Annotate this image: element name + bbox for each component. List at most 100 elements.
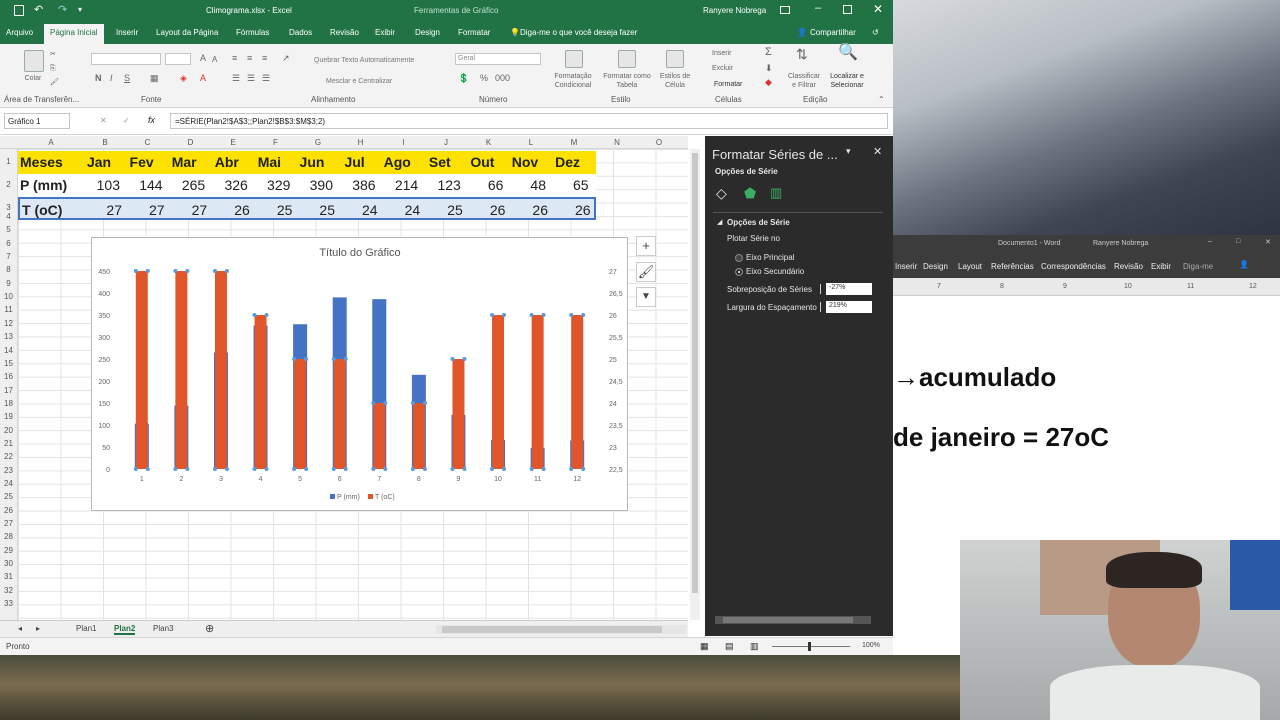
row-header[interactable]: 23 <box>0 466 17 475</box>
word-tab-inserir[interactable]: Inserir <box>895 262 917 271</box>
column-header[interactable]: O <box>638 138 680 147</box>
grow-font-icon[interactable]: A <box>200 54 206 63</box>
ribbon-display-icon[interactable] <box>780 6 790 14</box>
row-header[interactable]: 1 <box>0 157 17 166</box>
cell-value[interactable]: 27 <box>86 199 122 222</box>
cell-value[interactable]: 26 <box>469 199 506 222</box>
cell-styles-icon[interactable] <box>666 50 684 68</box>
align-left-icon[interactable]: ☰ <box>232 74 240 83</box>
row-header[interactable]: 18 <box>0 399 17 408</box>
cell-value[interactable]: 26 <box>555 199 591 222</box>
cell-value[interactable]: 214 <box>382 174 418 197</box>
gap-width-input[interactable]: 219% <box>826 301 872 313</box>
pane-scrollbar[interactable] <box>715 616 871 624</box>
collapse-ribbon-icon[interactable]: ⌃ <box>878 95 885 104</box>
series-options-icon[interactable]: ▥ <box>770 185 782 201</box>
insert-cells-button[interactable]: Inserir <box>712 49 731 58</box>
tab-inserir[interactable]: Inserir <box>116 28 138 37</box>
user-name[interactable]: Ranyere Nobrega <box>703 6 766 15</box>
row-header[interactable]: 21 <box>0 439 17 448</box>
tab-arquivo[interactable]: Arquivo <box>6 28 33 37</box>
cell-value[interactable]: 66 <box>467 174 504 197</box>
cell-value[interactable]: Jul <box>334 151 376 174</box>
cell-value[interactable]: 123 <box>425 174 460 197</box>
tab-layout-da-pagina[interactable]: Layout da Página <box>156 28 218 37</box>
history-icon[interactable]: ↺ <box>872 28 879 37</box>
row-label[interactable]: T (oC) <box>22 199 62 222</box>
months-row[interactable]: Meses Jan Fev Mar Abr Mai Jun Jul Ago Set Out Nov De… <box>18 151 596 174</box>
row-header[interactable]: 24 <box>0 479 17 488</box>
vertical-scroll-thumb[interactable] <box>692 153 698 593</box>
tell-me-box[interactable]: Diga-me o que você deseja fazer <box>520 28 637 37</box>
tab-formatar[interactable]: Formatar <box>458 28 490 37</box>
new-sheet-icon[interactable]: ⊕ <box>205 622 214 635</box>
cell-styles-button[interactable]: Estilos de Célula <box>656 72 694 90</box>
doc-text-line-1[interactable]: →acumulado <box>893 362 1056 393</box>
cell-value[interactable]: 144 <box>127 174 162 197</box>
prev-sheet-icon[interactable]: ◂ <box>18 624 22 633</box>
climogram-chart[interactable]: Título do Gráfico 0 50 100 150 200 250 300 350 40… <box>91 237 628 511</box>
word-tab-layout[interactable]: Layout <box>958 262 982 271</box>
column-header[interactable]: F <box>254 138 297 147</box>
font-size-box[interactable] <box>165 53 191 65</box>
word-tab-revisao[interactable]: Revisão <box>1114 262 1143 271</box>
row-label[interactable]: Meses <box>20 151 63 174</box>
word-person-icon[interactable]: 👤 <box>1239 260 1249 269</box>
row-header[interactable]: 7 <box>0 252 17 261</box>
horizontal-scroll-thumb[interactable] <box>442 626 662 633</box>
find-select-button[interactable]: Localizar e Selecionar <box>824 72 870 90</box>
pane-scroll-thumb[interactable] <box>723 617 853 623</box>
cell-value[interactable]: 25 <box>299 199 335 222</box>
cell-value[interactable]: Fev <box>121 151 163 174</box>
percent-icon[interactable]: % <box>480 74 488 83</box>
row-header[interactable]: 33 <box>0 599 17 608</box>
bold-icon[interactable]: N <box>95 74 102 83</box>
page-break-icon[interactable]: ▥ <box>750 641 759 652</box>
row-header[interactable]: 22 <box>0 452 17 461</box>
tab-design[interactable]: Design <box>415 28 440 37</box>
comma-icon[interactable]: 000 <box>495 74 510 83</box>
insert-function-icon[interactable]: fx <box>148 115 155 125</box>
shrink-font-icon[interactable]: A <box>212 55 217 64</box>
fill-color-icon[interactable]: ◈ <box>180 74 187 83</box>
column-header[interactable]: I <box>382 138 425 147</box>
row-header[interactable]: 15 <box>0 359 17 368</box>
gap-slider-mark[interactable] <box>820 302 821 312</box>
align-bottom-icon[interactable]: ≡ <box>262 54 267 63</box>
column-header[interactable]: L <box>510 138 552 147</box>
row-header[interactable]: 5 <box>0 225 17 234</box>
accounting-icon[interactable]: 💲 <box>458 74 469 83</box>
normal-view-icon[interactable]: ▦ <box>700 641 709 652</box>
column-header[interactable]: B <box>84 138 126 147</box>
pane-close-icon[interactable]: ✕ <box>873 145 882 158</box>
row-header[interactable]: 10 <box>0 292 17 301</box>
column-header[interactable]: C <box>126 138 169 147</box>
cell-value[interactable]: 25 <box>256 199 293 222</box>
cell-value[interactable]: Out <box>461 151 503 174</box>
cell-value[interactable]: 26 <box>512 199 548 222</box>
cell-value[interactable]: Set <box>419 151 461 174</box>
row-header[interactable]: 3 <box>0 203 17 212</box>
paste-icon[interactable] <box>24 50 44 72</box>
word-tab-referencias[interactable]: Referências <box>991 262 1034 271</box>
confirm-entry-icon[interactable]: ✓ <box>123 116 130 125</box>
cancel-entry-icon[interactable]: ✕ <box>100 116 107 125</box>
number-format-box[interactable]: Geral <box>455 53 541 65</box>
word-minimize-icon[interactable]: – <box>1208 238 1212 245</box>
word-tell-me[interactable]: Diga-me <box>1183 262 1213 271</box>
format-cells-button[interactable]: Formatar <box>714 80 742 89</box>
name-box[interactable]: Gráfico 1 <box>4 113 70 129</box>
word-tab-design[interactable]: Design <box>923 262 948 271</box>
fill-line-icon[interactable]: ◇ <box>716 185 727 202</box>
format-painter-icon[interactable]: 🖌 <box>50 78 59 87</box>
autosum-icon[interactable]: Σ <box>765 47 772 58</box>
font-name-box[interactable] <box>91 53 161 65</box>
cell-value[interactable]: Jan <box>78 151 120 174</box>
row-header[interactable]: 19 <box>0 412 17 421</box>
cell-value[interactable]: Mai <box>248 151 290 174</box>
row-header[interactable]: 25 <box>0 492 17 501</box>
align-top-icon[interactable]: ≡ <box>232 54 237 63</box>
cell-value[interactable]: 326 <box>212 174 247 197</box>
cell-value[interactable]: 25 <box>427 199 463 222</box>
cell-value[interactable]: 24 <box>342 199 378 222</box>
